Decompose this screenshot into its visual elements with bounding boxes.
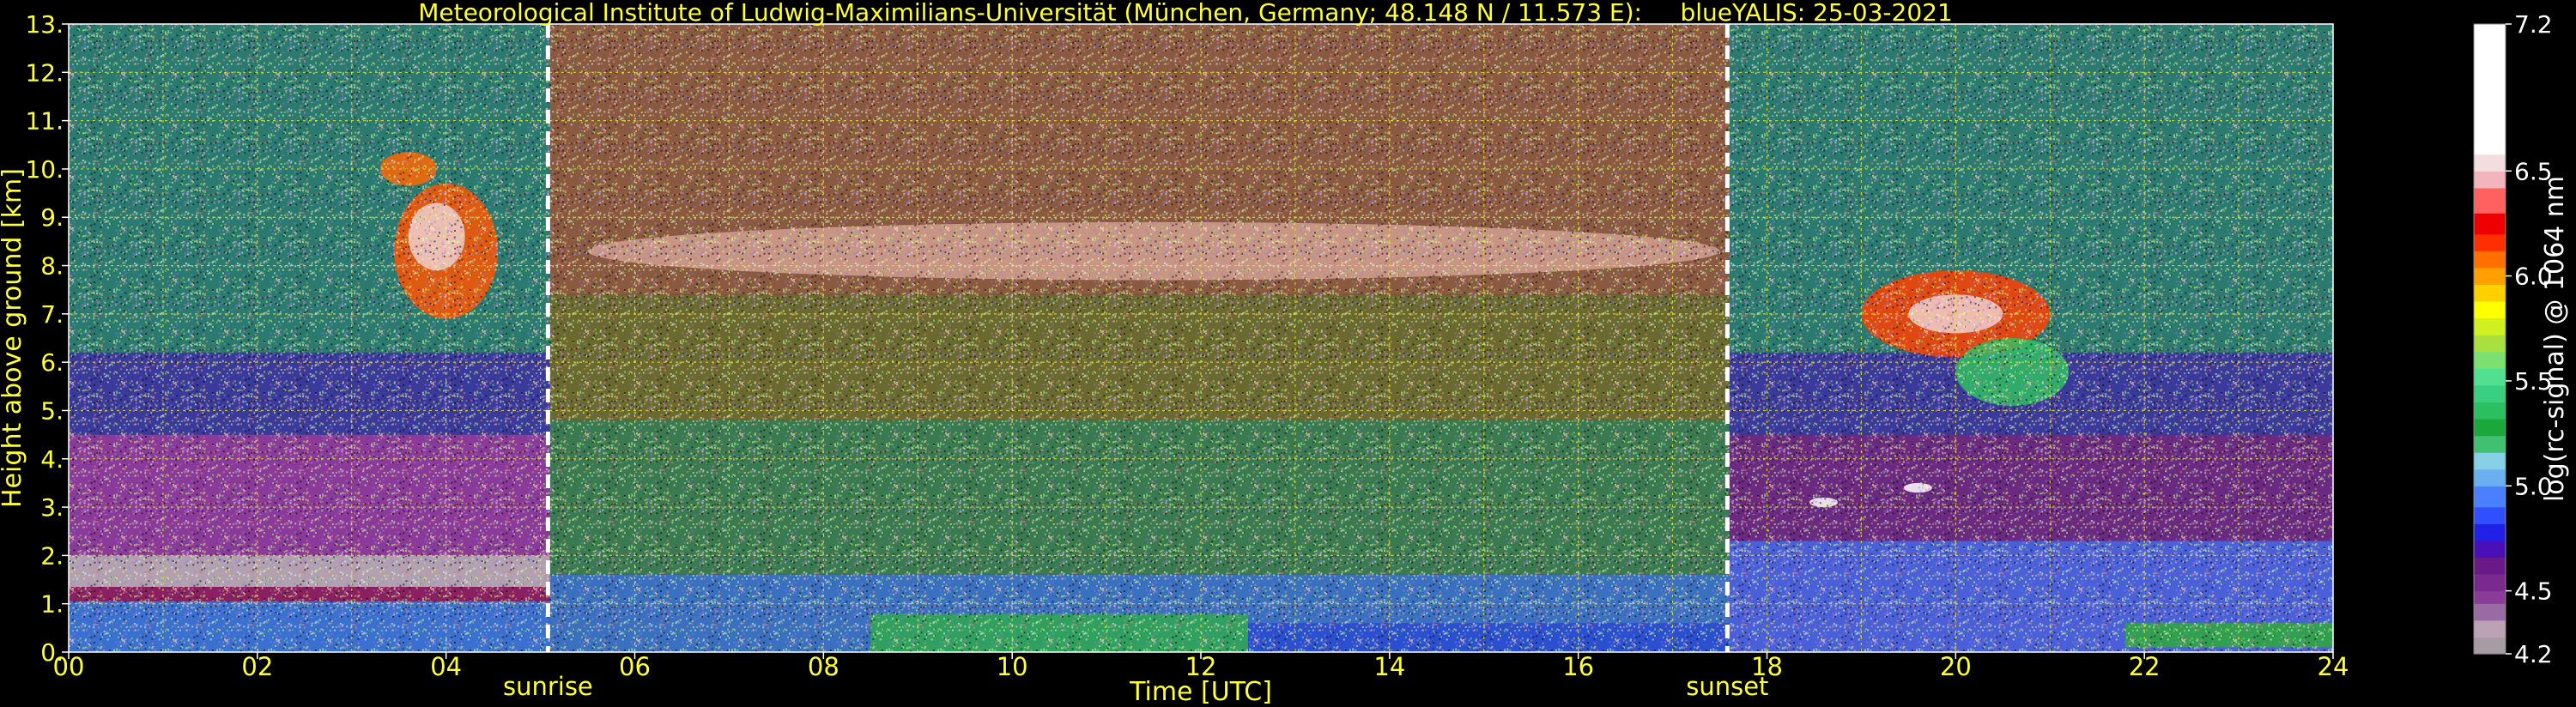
colorbar-swatch: [2474, 590, 2506, 604]
x-tick-label: 18: [1751, 652, 1783, 681]
y-tick-label: 10.: [25, 155, 64, 184]
colorbar-swatch: [2474, 402, 2506, 420]
y-tick-label: 8.: [40, 252, 64, 281]
colorbar-swatch: [2474, 540, 2506, 559]
x-tick-label: 12: [1185, 652, 1217, 681]
colorbar-swatch: [2474, 506, 2506, 524]
y-axis-label-wrap: Height above ground [km]: [0, 168, 27, 508]
colorbar-swatch: [2474, 452, 2506, 470]
colorbar-swatches: [2474, 24, 2506, 655]
x-tick-label: 20: [1940, 652, 1972, 681]
x-tick-label: 06: [619, 652, 651, 681]
y-tick-label: 2.: [40, 541, 64, 570]
colorbar-swatch: [2474, 154, 2506, 172]
y-tick-label: 4.: [40, 445, 64, 474]
x-tick-label: 22: [2129, 652, 2161, 681]
y-tick-label: 7.: [40, 300, 64, 329]
colorbar-swatch: [2474, 187, 2506, 214]
x-tick-label: 00: [53, 652, 85, 681]
colorbar-swatch: [2474, 384, 2506, 402]
colorbar-swatch: [2474, 251, 2506, 269]
x-tick-label: 24: [2318, 652, 2349, 681]
y-tick-label: 6.: [40, 348, 64, 377]
y-tick-label: 13.: [25, 10, 64, 39]
colorbar: 4.24.55.05.56.06.57.2 log(rc-signal) @ 1…: [2473, 10, 2570, 668]
colorbar-swatch: [2474, 435, 2506, 453]
x-tick-label: 04: [430, 652, 462, 681]
colorbar-swatch: [2474, 619, 2506, 638]
colorbar-swatch: [2474, 284, 2506, 302]
colorbar-swatch: [2474, 368, 2506, 386]
y-axis-ticks: 0.1.2.3.4.5.6.7.8.9.10.11.12.13.: [25, 10, 69, 667]
x-tick-label: 08: [808, 652, 839, 681]
y-tick-label: 12.: [25, 58, 64, 87]
y-tick-label: 11.: [25, 107, 64, 136]
colorbar-swatch: [2474, 213, 2506, 235]
x-axis-label: Time [UTC]: [1129, 677, 1272, 707]
x-tick-label: 10: [997, 652, 1028, 681]
x-tick-label: 16: [1562, 652, 1594, 681]
colorbar-title-wrap: log(rc-signal) @ 1064 nm: [2540, 176, 2570, 502]
colorbar-swatch: [2474, 335, 2506, 353]
x-tick-label: 14: [1373, 652, 1405, 681]
colorbar-swatch: [2474, 300, 2506, 319]
colorbar-tick-label: 4.2: [2514, 640, 2553, 668]
colorbar-swatch: [2474, 267, 2506, 285]
colorbar-swatch: [2474, 486, 2506, 508]
x-tick-label: 02: [241, 652, 273, 681]
colorbar-swatch: [2474, 171, 2506, 189]
y-tick-label: 1.: [40, 590, 64, 619]
plot-area: sunrise sunset: [68, 23, 2334, 701]
x-axis-ticks: 00 02 04 06 08 10 12 14 16 18 20 22 24: [53, 652, 2349, 681]
colorbar-swatch: [2474, 574, 2506, 592]
y-axis-label: Height above ground [km]: [0, 168, 27, 508]
colorbar-swatch: [2474, 603, 2506, 621]
colorbar-swatch: [2474, 233, 2506, 251]
colorbar-swatch: [2474, 317, 2506, 335]
y-tick-label: 9.: [40, 203, 64, 232]
colorbar-swatch: [2474, 468, 2506, 486]
colorbar-swatch: [2474, 418, 2506, 437]
colorbar-tick-label: 4.5: [2514, 577, 2553, 606]
y-tick-label: 3.: [40, 493, 64, 522]
colorbar-swatch: [2474, 351, 2506, 369]
colorbar-title: log(rc-signal) @ 1064 nm: [2540, 176, 2570, 502]
y-tick-label: 5.: [40, 396, 64, 425]
colorbar-swatch: [2474, 24, 2506, 155]
colorbar-swatch: [2474, 637, 2506, 655]
colorbar-tick-label: 7.2: [2514, 10, 2553, 39]
sun-marker-label: sunrise: [503, 672, 593, 701]
lidar-chart: sunrise sunset Meteorological Institute o…: [0, 0, 2570, 707]
chart-title: Meteorological Institute of Ludwig-Maxim…: [418, 0, 1953, 27]
colorbar-swatch: [2474, 557, 2506, 575]
colorbar-swatch: [2474, 523, 2506, 541]
